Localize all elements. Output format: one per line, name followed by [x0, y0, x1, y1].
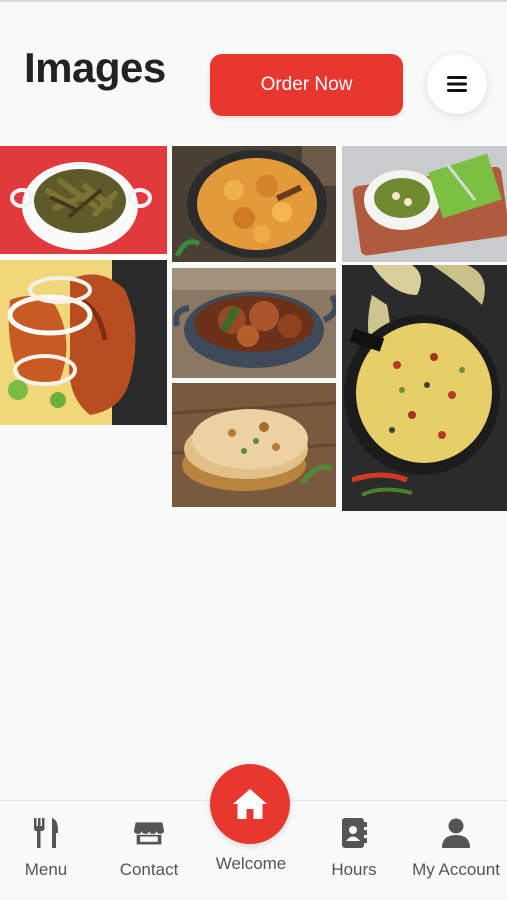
fork-knife-icon: [31, 818, 61, 848]
welcome-home-button[interactable]: [210, 764, 290, 844]
user-icon: [441, 818, 471, 848]
nav-label-hours: Hours: [331, 860, 377, 879]
hamburger-icon: [447, 76, 467, 92]
gallery-image-biryani-skillet[interactable]: [342, 265, 507, 511]
nav-label-contact: Contact: [119, 860, 179, 879]
store-icon: [134, 818, 164, 848]
nav-label-welcome: Welcome: [215, 854, 287, 873]
header: Images Order Now: [0, 0, 507, 140]
gallery-image-okra-curry-bowl[interactable]: [0, 146, 167, 254]
home-icon: [233, 789, 267, 819]
nav-label-my-account: My Account: [412, 860, 500, 879]
order-now-button[interactable]: Order Now: [210, 54, 403, 116]
gallery-image-palak-paneer-plate[interactable]: [342, 146, 507, 262]
gallery-image-potato-curry-pan[interactable]: [172, 146, 336, 262]
gallery-image-grilled-chicken-onions[interactable]: [0, 260, 167, 425]
nav-label-menu: Menu: [24, 860, 68, 879]
contact-book-icon: [339, 818, 369, 848]
menu-button[interactable]: [427, 54, 487, 114]
nav-item-my-account[interactable]: My Account: [404, 801, 507, 900]
nav-item-contact[interactable]: Contact: [106, 801, 192, 900]
gallery-image-naan-stack[interactable]: [172, 383, 336, 507]
page-title: Images: [24, 44, 166, 91]
nav-item-hours[interactable]: Hours: [312, 801, 396, 900]
gallery-image-chicken-kadai[interactable]: [172, 268, 336, 378]
nav-item-menu[interactable]: Menu: [4, 801, 88, 900]
